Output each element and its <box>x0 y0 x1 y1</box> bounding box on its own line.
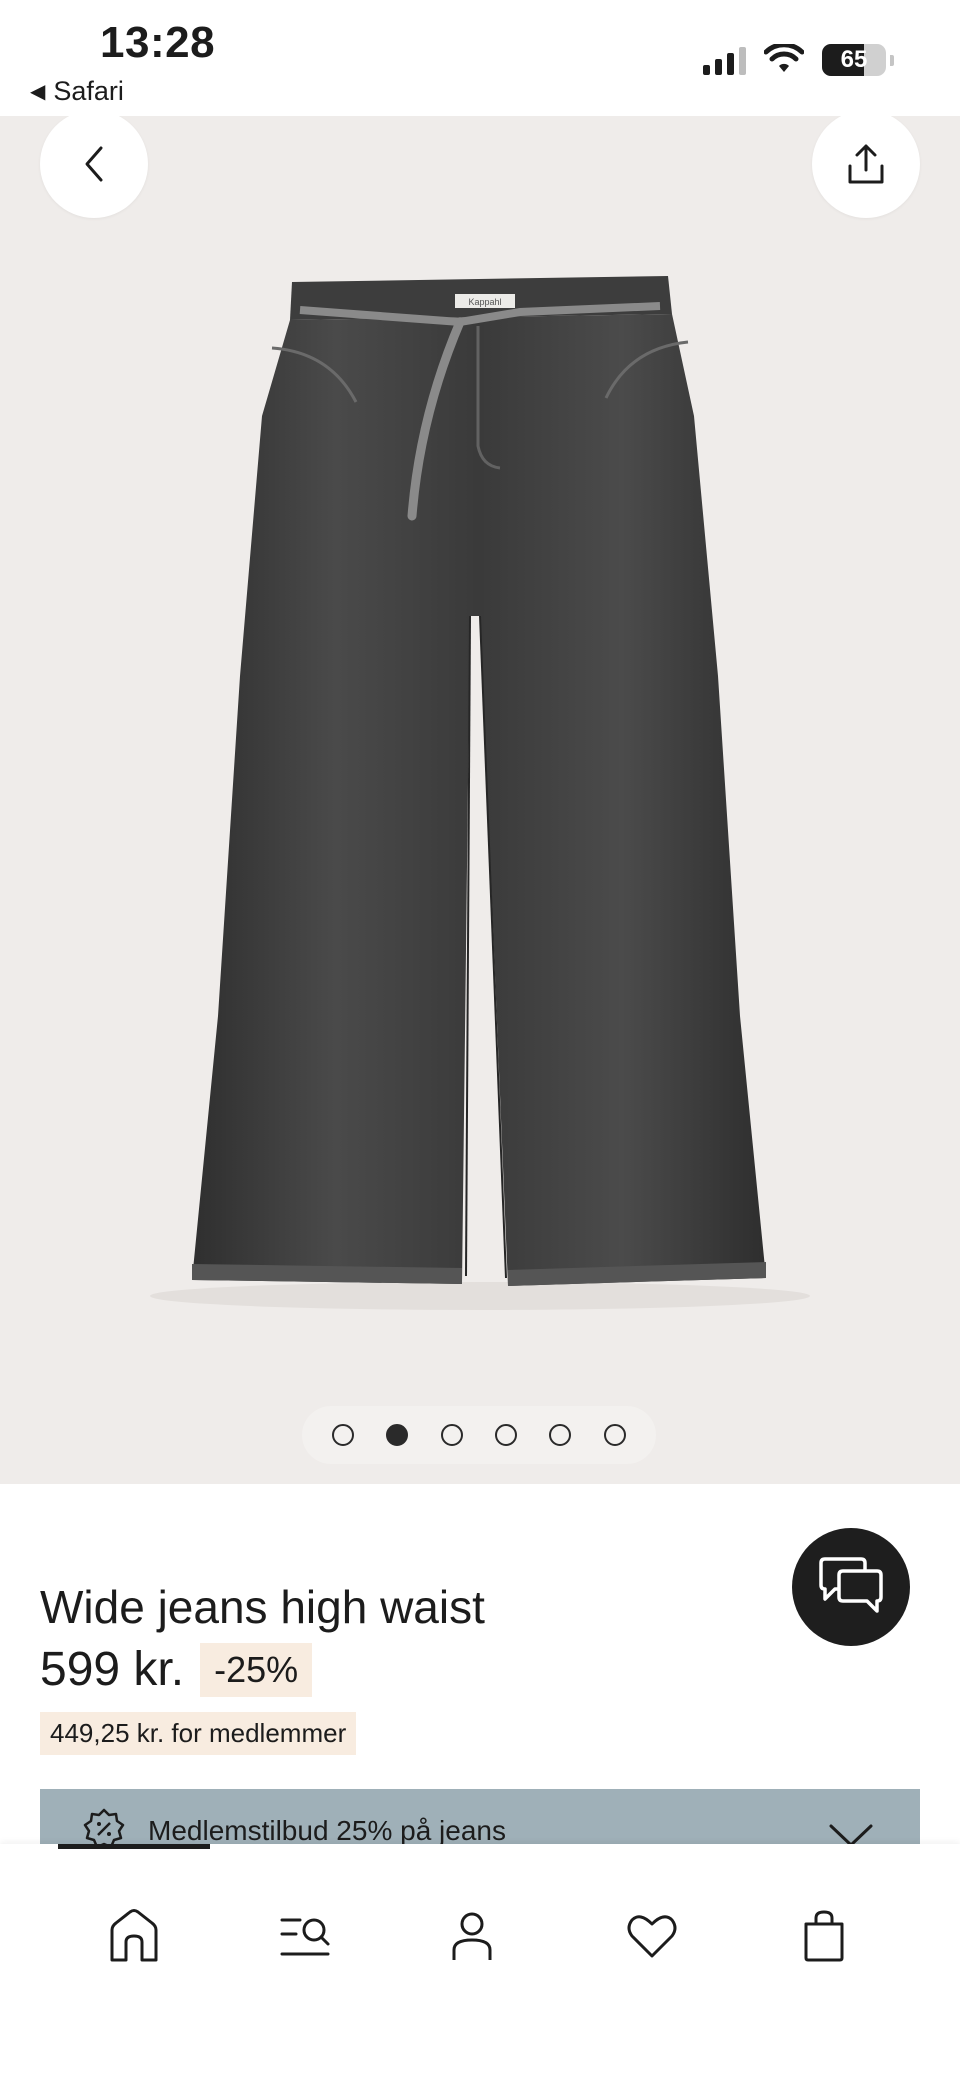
carousel-pagination <box>302 1406 656 1464</box>
nav-account[interactable] <box>432 1896 512 1976</box>
back-app-label: Safari <box>53 76 124 106</box>
status-bar: 13:28 ◀ Safari 65 <box>0 0 960 116</box>
chevron-left-icon <box>85 146 103 182</box>
favorites-icon <box>627 1915 677 1958</box>
product-price: 599 kr. <box>40 1643 185 1696</box>
carousel-dot[interactable] <box>386 1424 409 1446</box>
active-tab-indicator <box>58 1844 210 1849</box>
battery-icon: 65 <box>822 44 886 76</box>
chat-button[interactable] <box>792 1528 910 1646</box>
carousel-dot[interactable] <box>603 1424 626 1446</box>
member-offer-text: Medlemstilbud 25% på jeans <box>148 1815 506 1846</box>
back-to-app[interactable]: ◀ Safari <box>30 76 124 107</box>
nav-favorites[interactable] <box>612 1896 692 1976</box>
chat-icon <box>819 1557 883 1613</box>
bag-icon <box>804 1910 844 1962</box>
svg-text:Kappahl: Kappahl <box>468 297 501 307</box>
product-info: Wide jeans high waist 599 kr. -25% 449,2… <box>0 1484 960 1849</box>
search-menu-icon <box>280 1918 330 1956</box>
product-page: 13:28 ◀ Safari 65 Kappahl Wide jeans hig… <box>0 0 960 2078</box>
product-image-carousel[interactable]: Kappahl <box>0 116 960 1484</box>
status-time: 13:28 <box>100 18 216 67</box>
member-price: 449,25 kr. for medlemmer <box>40 1712 357 1755</box>
nav-home[interactable] <box>94 1896 174 1976</box>
carousel-dot[interactable] <box>495 1424 518 1446</box>
account-icon <box>452 1912 492 1960</box>
member-offer-banner[interactable]: Medlemstilbud 25% på jeans <box>40 1789 920 1849</box>
carousel-dot[interactable] <box>549 1424 572 1446</box>
bottom-navigation <box>0 1844 960 2078</box>
battery-tip <box>890 54 894 66</box>
share-icon <box>848 144 884 184</box>
discount-badge: -25% <box>200 1642 313 1697</box>
home-icon <box>110 1909 158 1962</box>
product-title: Wide jeans high waist <box>40 1581 485 1633</box>
cellular-signal-icon <box>703 45 746 75</box>
carousel-dot[interactable] <box>440 1424 463 1446</box>
product-image: Kappahl <box>150 276 810 1310</box>
nav-search[interactable] <box>266 1896 346 1976</box>
battery-level: 65 <box>840 46 868 73</box>
carousel-dot[interactable] <box>332 1424 355 1446</box>
wifi-icon <box>764 44 804 72</box>
back-triangle-icon: ◀ <box>30 81 46 103</box>
status-icons: 65 <box>703 44 894 76</box>
price-row: 599 kr. -25% <box>40 1642 313 1697</box>
nav-bag[interactable] <box>784 1896 864 1976</box>
